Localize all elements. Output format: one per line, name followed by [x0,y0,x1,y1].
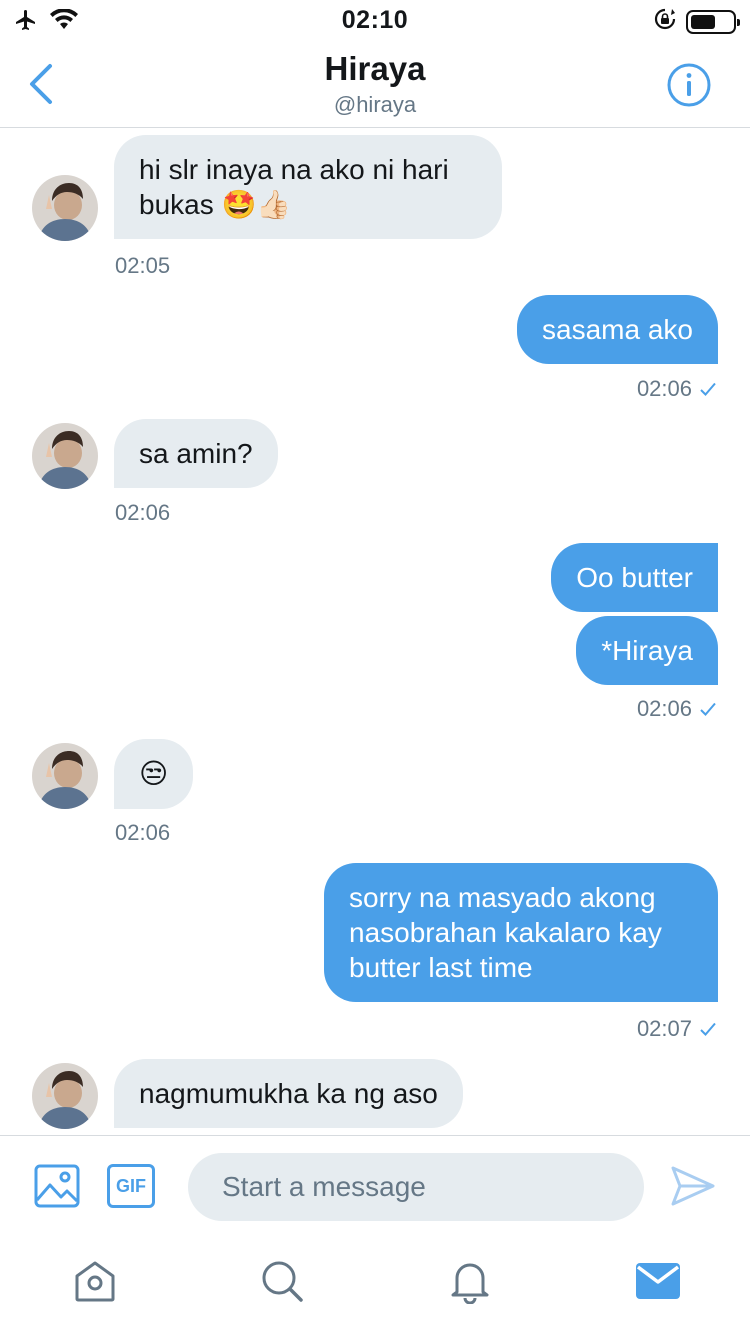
avatar[interactable] [32,743,98,809]
message-bubble-outgoing[interactable]: sasama ako [517,295,718,364]
battery-icon [686,9,740,34]
sent-check-icon [700,1022,716,1036]
avatar-photo [32,423,98,489]
notifications-icon [451,1263,489,1304]
avatar[interactable] [32,175,98,241]
sent-check-icon [700,382,716,396]
tab-notifications[interactable] [446,1257,494,1305]
avatar-photo [32,175,98,241]
message-timestamp: 02:06 [636,376,692,401]
gif-label: GIF [116,1175,146,1196]
avatar-photo [32,1063,98,1129]
image-icon [34,1164,80,1208]
message-timestamp: 02:05 [115,253,171,278]
message-timestamp-row: 02:07 [637,1016,716,1042]
message-bubble-incoming[interactable]: 😒 [114,739,194,809]
tab-search[interactable] [258,1257,306,1305]
conversation-header: Hiraya @hiraya [0,40,750,128]
tab-home[interactable] [71,1257,119,1305]
info-icon [667,63,711,107]
conversation-handle: @hiraya [333,92,417,117]
message-bubble-incoming[interactable]: hi slr inaya na ako ni hari bukas 🤩👍🏻 [114,135,502,239]
send-icon [671,1166,715,1206]
info-button[interactable] [666,62,712,108]
avatar[interactable] [32,1063,98,1129]
message-bubble-incoming[interactable]: nagmumukha ka ng aso [114,1059,463,1128]
message-bubble-outgoing[interactable]: *Hiraya [576,616,718,685]
search-icon [262,1261,303,1302]
message-bubble-incoming[interactable]: sa amin? [114,419,278,488]
conversation-title[interactable]: Hiraya [0,50,750,88]
message-timestamp: 02:06 [636,696,692,721]
message-composer: GIF [0,1135,750,1233]
message-bubble-outgoing[interactable]: Oo butter [551,543,718,612]
avatar-photo [32,743,98,809]
home-icon [75,1261,115,1302]
avatar[interactable] [32,423,98,489]
status-right [654,8,740,35]
add-photo-button[interactable] [34,1164,80,1208]
status-bar: 02:10 [0,0,750,40]
messages-icon [636,1263,680,1299]
message-input[interactable] [188,1153,644,1221]
sent-check-icon [700,702,716,716]
status-time: 02:10 [341,6,409,34]
orientation-lock-icon [654,8,676,35]
gif-button[interactable]: GIF [107,1164,155,1208]
message-timestamp: 02:06 [115,820,171,845]
message-timestamp-row: 02:06 [637,696,716,722]
send-button[interactable] [670,1164,716,1208]
message-timestamp-row: 02:06 [637,376,716,402]
tab-bar [0,1233,750,1334]
message-list[interactable]: hi slr inaya na ako ni hari bukas 🤩👍🏻 02… [0,129,750,1135]
message-timestamp: 02:06 [115,500,171,525]
battery-fill [691,14,715,29]
tab-messages[interactable] [634,1257,682,1305]
message-bubble-outgoing[interactable]: sorry na masyado akong nasobrahan kakala… [324,863,718,1002]
message-timestamp: 02:07 [636,1016,692,1041]
